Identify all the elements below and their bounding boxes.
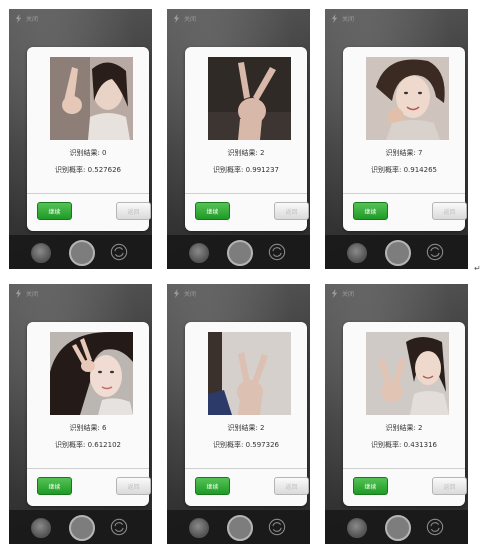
shutter-button[interactable] — [227, 515, 253, 541]
flash-label: 关闭 — [184, 16, 197, 23]
recognition-probability: 识别概率: 0.612102 — [55, 441, 121, 449]
recognition-result: 识别结果: 2 — [385, 424, 423, 432]
camera-bar — [167, 235, 310, 269]
recognition-result: 识别结果: 2 — [227, 149, 265, 157]
flash-icon — [15, 14, 22, 23]
recognition-probability: 识别概率: 0.527626 — [55, 166, 121, 174]
gallery-thumbnail-icon[interactable] — [347, 243, 367, 263]
screenshot-panel-3: 关闭 识别结果: 7 识别概率: 0.914265 继续 返回 — [325, 9, 468, 269]
screenshot-panel-5: 关闭 识别结果: 2 识别概率: 0.597326 继续 返回 — [167, 284, 310, 544]
flash-icon — [331, 289, 338, 298]
recognition-probability: 识别概率: 0.914265 — [371, 166, 437, 174]
back-button[interactable]: 返回 — [116, 202, 151, 220]
gallery-thumbnail-icon[interactable] — [31, 518, 51, 538]
camera-bar — [9, 235, 152, 269]
result-photo — [50, 57, 133, 140]
gallery-thumbnail-icon[interactable] — [347, 518, 367, 538]
back-button[interactable]: 返回 — [274, 477, 309, 495]
flash-toggle[interactable]: 关闭 — [14, 289, 38, 298]
switch-camera-icon[interactable] — [268, 243, 286, 261]
screenshot-panel-4: 关闭 识别结果: 6 识别概率: 0.612102 继续 返回 — [9, 284, 152, 544]
switch-camera-icon[interactable] — [426, 243, 444, 261]
dialog-divider — [27, 468, 149, 469]
continue-button[interactable]: 继续 — [353, 202, 388, 220]
recognition-result: 识别结果: 2 — [227, 424, 265, 432]
screenshot-panel-6: 关闭 识别结果: 2 识别概率: 0.431316 继续 返回 — [325, 284, 468, 544]
continue-button[interactable]: 继续 — [195, 202, 230, 220]
result-photo — [366, 332, 449, 415]
result-dialog: 识别结果: 2 识别概率: 0.431316 继续 返回 — [343, 322, 467, 506]
flash-label: 关闭 — [184, 291, 197, 298]
flash-toggle[interactable]: 关闭 — [172, 289, 196, 298]
gallery-thumbnail-icon[interactable] — [31, 243, 51, 263]
continue-button[interactable]: 继续 — [37, 477, 72, 495]
flash-toggle[interactable]: 关闭 — [172, 14, 196, 23]
result-photo — [208, 332, 291, 415]
switch-camera-icon[interactable] — [426, 518, 444, 536]
result-dialog: 识别结果: 7 识别概率: 0.914265 继续 返回 — [343, 47, 467, 231]
back-button[interactable]: 返回 — [116, 477, 151, 495]
gallery-thumbnail-icon[interactable] — [189, 518, 209, 538]
recognition-result: 识别结果: 6 — [69, 424, 107, 432]
flash-label: 关闭 — [342, 16, 355, 23]
dialog-divider — [343, 193, 465, 194]
flash-label: 关闭 — [342, 291, 355, 298]
flash-icon — [15, 289, 22, 298]
continue-button[interactable]: 继续 — [37, 202, 72, 220]
back-button[interactable]: 返回 — [432, 477, 467, 495]
flash-toggle[interactable]: 关闭 — [330, 289, 354, 298]
result-photo — [366, 57, 449, 140]
shutter-button[interactable] — [69, 515, 95, 541]
dialog-divider — [343, 468, 465, 469]
camera-bar — [325, 510, 468, 544]
shutter-button[interactable] — [385, 515, 411, 541]
gallery-thumbnail-icon[interactable] — [189, 243, 209, 263]
result-photo — [208, 57, 291, 140]
recognition-probability: 识别概率: 0.991237 — [213, 166, 279, 174]
recognition-probability: 识别概率: 0.597326 — [213, 441, 279, 449]
camera-bar — [9, 510, 152, 544]
recognition-result: 识别结果: 0 — [69, 149, 107, 157]
result-dialog: 识别结果: 0 识别概率: 0.527626 继续 返回 — [27, 47, 151, 231]
switch-camera-icon[interactable] — [268, 518, 286, 536]
flash-label: 关闭 — [26, 16, 39, 23]
back-button[interactable]: 返回 — [432, 202, 467, 220]
dialog-divider — [27, 193, 149, 194]
back-button[interactable]: 返回 — [274, 202, 309, 220]
continue-button[interactable]: 继续 — [353, 477, 388, 495]
recognition-probability: 识别概率: 0.431316 — [371, 441, 437, 449]
flash-icon — [173, 14, 180, 23]
switch-camera-icon[interactable] — [110, 243, 128, 261]
result-dialog: 识别结果: 2 识别概率: 0.597326 继续 返回 — [185, 322, 309, 506]
flash-icon — [331, 14, 338, 23]
flash-label: 关闭 — [26, 291, 39, 298]
flash-toggle[interactable]: 关闭 — [330, 14, 354, 23]
dialog-divider — [185, 468, 307, 469]
camera-bar — [167, 510, 310, 544]
dialog-divider — [185, 193, 307, 194]
recognition-result: 识别结果: 7 — [385, 149, 423, 157]
screenshot-panel-1: 关闭 识别结果: 0 识别概率: 0.527626 继续 返回 — [9, 9, 152, 269]
switch-camera-icon[interactable] — [110, 518, 128, 536]
shutter-button[interactable] — [69, 240, 95, 266]
result-dialog: 识别结果: 2 识别概率: 0.991237 继续 返回 — [185, 47, 309, 231]
continue-button[interactable]: 继续 — [195, 477, 230, 495]
shutter-button[interactable] — [385, 240, 411, 266]
paragraph-return-mark: ↵ — [474, 264, 481, 273]
screenshot-panel-2: 关闭 识别结果: 2 识别概率: 0.991237 继续 返回 — [167, 9, 310, 269]
shutter-button[interactable] — [227, 240, 253, 266]
result-dialog: 识别结果: 6 识别概率: 0.612102 继续 返回 — [27, 322, 151, 506]
result-photo — [50, 332, 133, 415]
camera-bar — [325, 235, 468, 269]
flash-toggle[interactable]: 关闭 — [14, 14, 38, 23]
flash-icon — [173, 289, 180, 298]
